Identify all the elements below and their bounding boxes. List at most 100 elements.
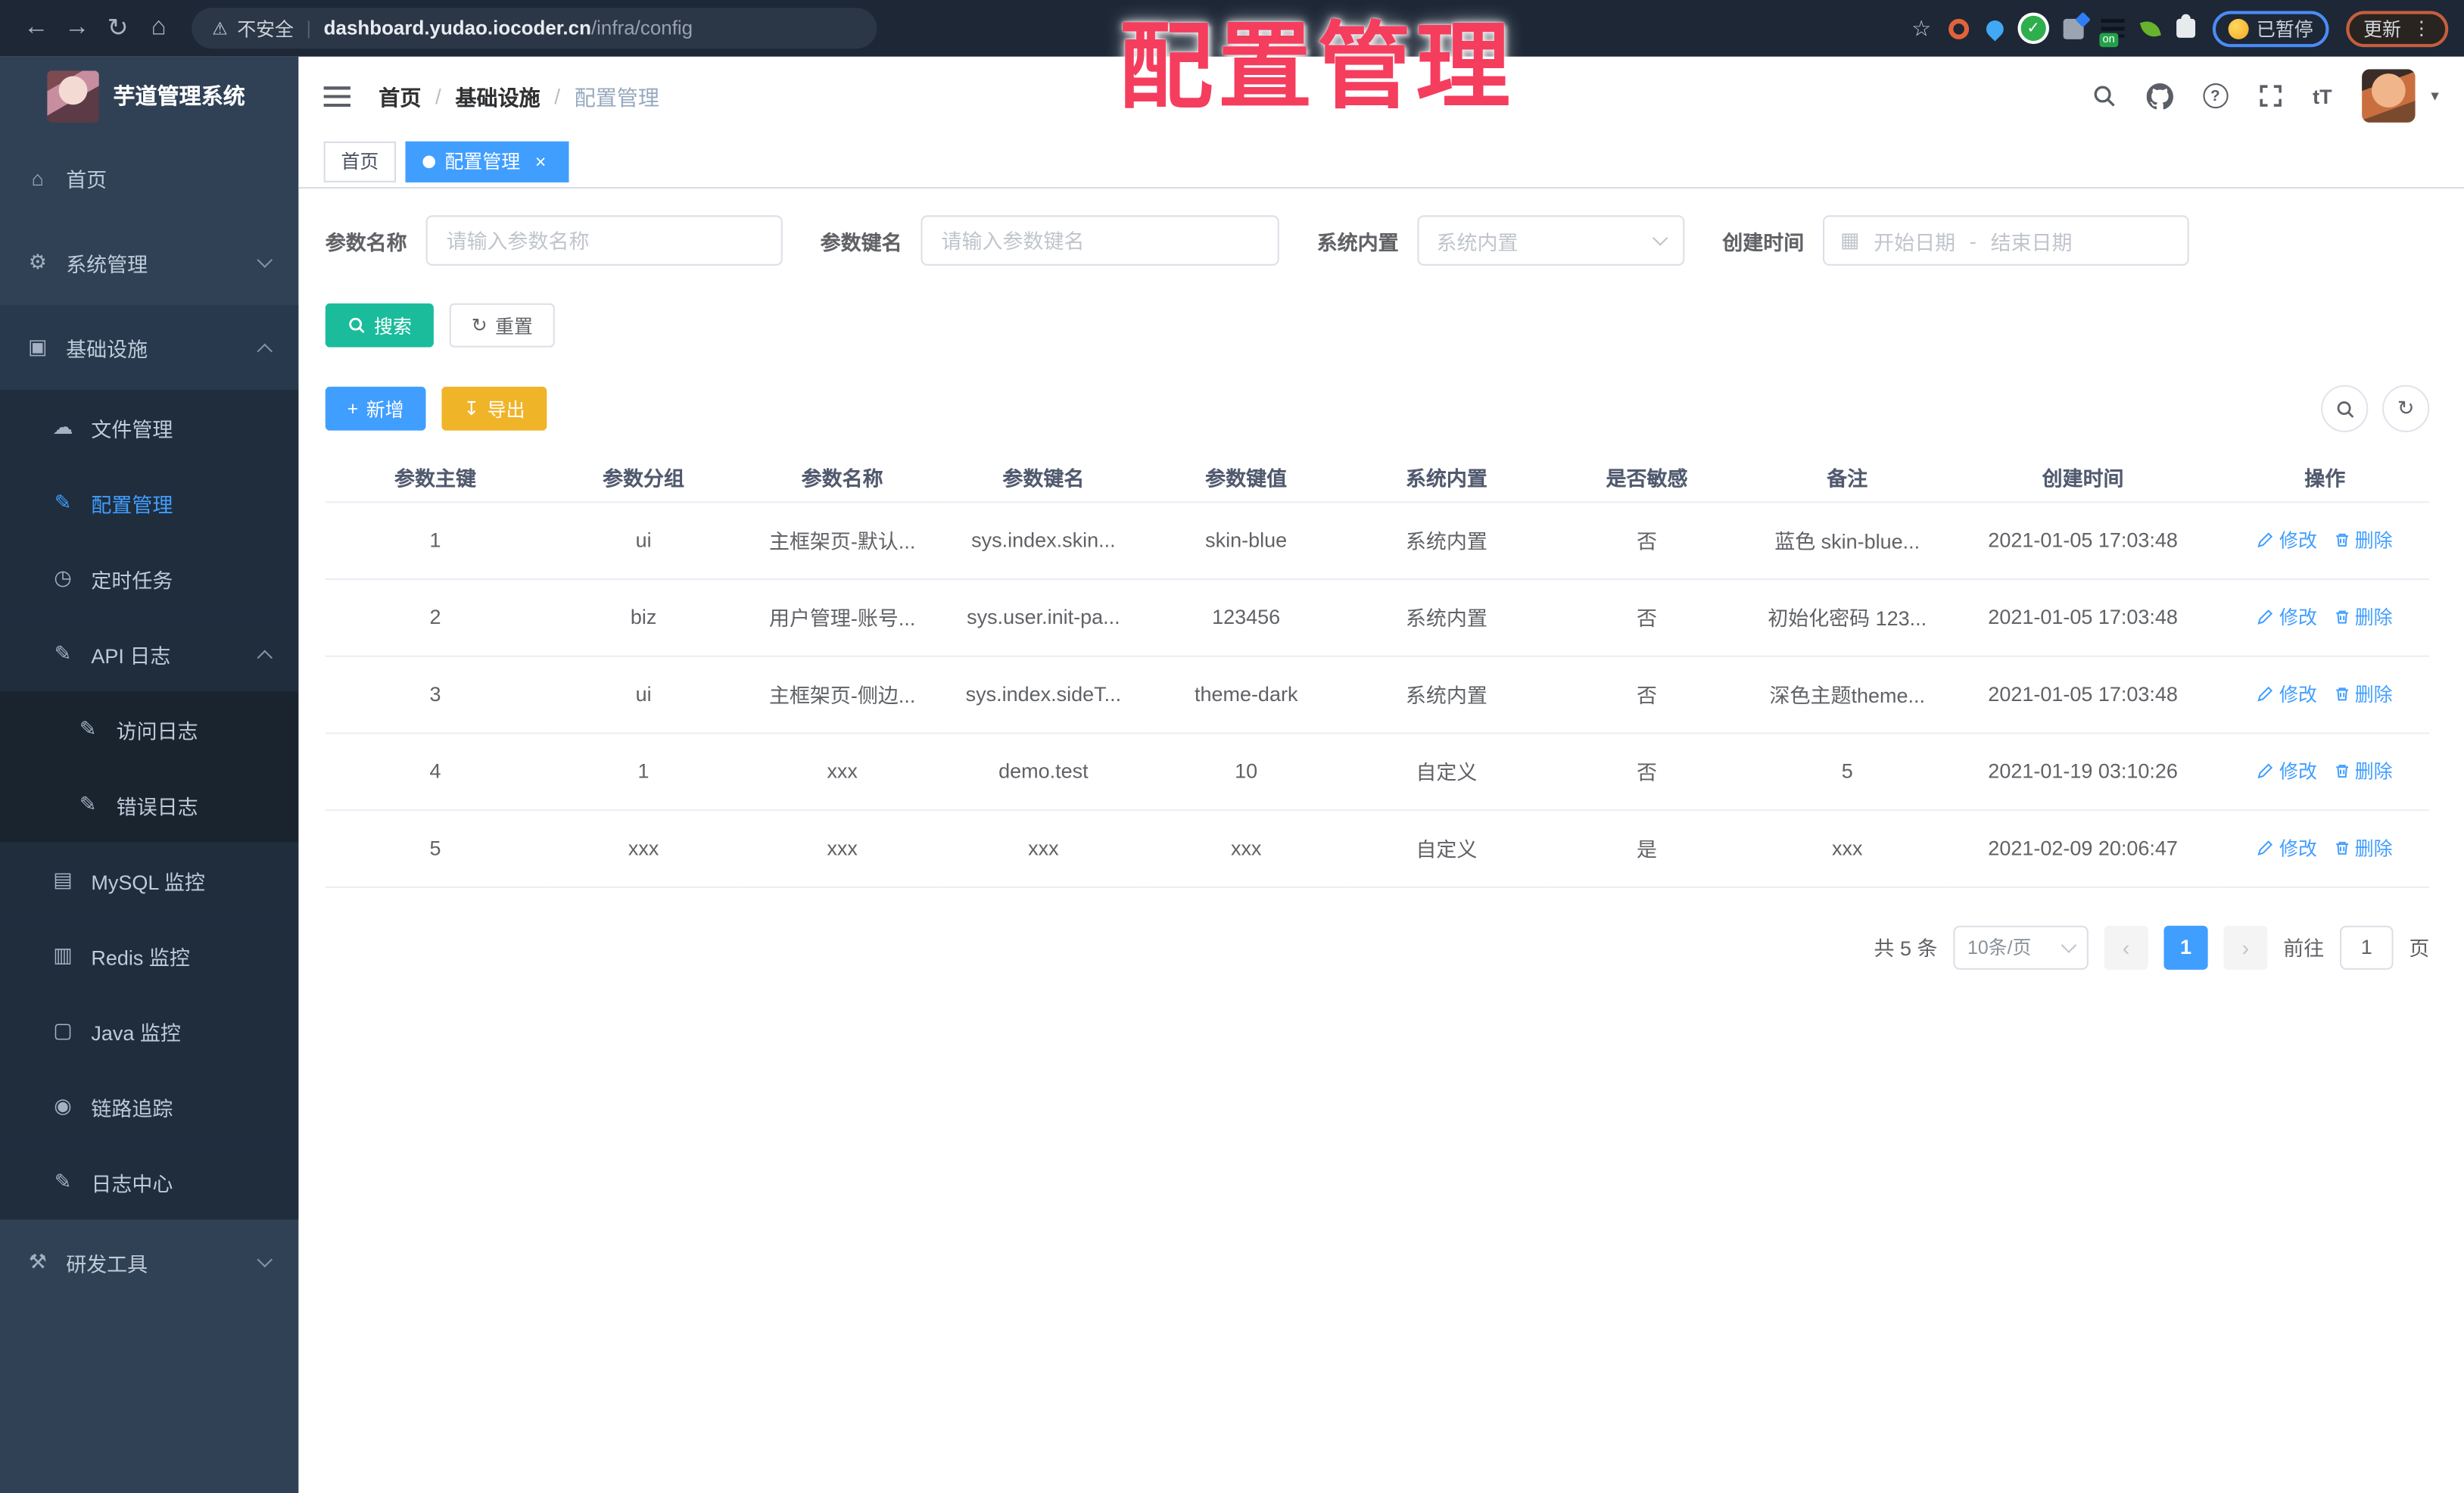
prev-page-button[interactable]: ‹ xyxy=(2104,924,2148,969)
date-range-picker[interactable]: ▦ 开始日期 - 结束日期 xyxy=(1823,215,2189,266)
table-cell: 系统内置 xyxy=(1348,655,1545,734)
sidebar-item-MySQL-监控[interactable]: ▤ MySQL 监控 xyxy=(0,842,299,918)
github-icon[interactable] xyxy=(2146,82,2173,109)
table-cell: demo.test xyxy=(942,732,1145,811)
table-cell: 否 xyxy=(1544,655,1749,734)
table-cell: 4 xyxy=(325,732,546,811)
table-cell: 自定义 xyxy=(1348,732,1545,811)
delete-link[interactable]: 删除 xyxy=(2333,834,2393,861)
sidebar-item-链路追踪[interactable]: ◉ 链路追踪 xyxy=(0,1068,299,1145)
sidebar-item-系统管理[interactable]: ⚙ 系统管理 xyxy=(0,220,298,305)
browser-reload-icon[interactable]: ↻ xyxy=(98,13,139,45)
builtin-select[interactable]: 系统内置 xyxy=(1417,215,1685,266)
url-host: dashboard.yudao.iocoder.cn xyxy=(323,17,591,39)
文件管理-icon: ☁ xyxy=(52,415,73,439)
sidebar-item-label: 基础设施 xyxy=(66,337,148,361)
export-button[interactable]: ↧ 导出 xyxy=(441,386,547,431)
address-bar[interactable]: ⚠ 不安全 | dashboard.yudao.iocoder.cn/infra… xyxy=(192,8,877,49)
sidebar-item-日志中心[interactable]: ✎ 日志中心 xyxy=(0,1144,299,1220)
page-number-button[interactable]: 1 xyxy=(2163,924,2208,969)
screen: ← → ↻ ⌂ ⚠ 不安全 | dashboard.yudao.iocoder.… xyxy=(0,0,2464,1493)
breadcrumb-separator: / xyxy=(435,84,441,108)
sidebar: 芋道管理系统 ⌂ 首页 ⚙ 系统管理 ▣ 基础设施 ☁ 文件管理 ✎ 配置管理 ◷ 定时任务 ✎ API … xyxy=(0,56,299,1493)
param-name-label: 参数名称 xyxy=(325,230,407,254)
url-divider: | xyxy=(306,17,312,39)
tab-label: 首页 xyxy=(341,151,379,173)
sidebar-item-错误日志[interactable]: ✎ 错误日志 xyxy=(0,767,299,843)
delete-link[interactable]: 删除 xyxy=(2333,758,2393,784)
help-icon[interactable]: ? xyxy=(2202,83,2228,109)
sidebar-item-配置管理[interactable]: ✎ 配置管理 xyxy=(0,465,299,541)
page-size-select[interactable]: 10条/页 xyxy=(1953,924,2089,969)
sidebar-item-研发工具[interactable]: ⚒ 研发工具 xyxy=(0,1220,298,1304)
sidebar-item-定时任务[interactable]: ◷ 定时任务 xyxy=(0,541,299,616)
delete-link[interactable]: 删除 xyxy=(2333,681,2393,707)
edit-link[interactable]: 修改 xyxy=(2257,603,2317,630)
browser-menu-icon[interactable]: ⋮ xyxy=(2413,17,2431,39)
sidebar-item-访问日志[interactable]: ✎ 访问日志 xyxy=(0,691,299,768)
param-name-input[interactable] xyxy=(425,215,783,266)
user-avatar[interactable] xyxy=(2362,69,2416,123)
extension-pin-icon[interactable] xyxy=(1983,16,2008,41)
page-size-value: 10条/页 xyxy=(1967,937,2032,959)
extension-ring-icon[interactable] xyxy=(1948,17,1970,39)
edit-link[interactable]: 修改 xyxy=(2257,758,2317,784)
extensions-puzzle-icon[interactable] xyxy=(2176,14,2195,38)
search-button[interactable]: 搜索 xyxy=(325,303,434,348)
refresh-table-button[interactable]: ↻ xyxy=(2382,385,2430,432)
search-button-label: 搜索 xyxy=(374,315,412,338)
toggle-search-button[interactable] xyxy=(2321,385,2369,432)
tab-首页[interactable]: 首页 xyxy=(323,140,397,182)
font-size-icon[interactable]: tT xyxy=(2313,84,2332,108)
user-menu-caret-icon[interactable]: ▾ xyxy=(2431,87,2438,104)
table-cell: 5 xyxy=(1749,732,1945,811)
sidebar-item-Java-监控[interactable]: ▢ Java 监控 xyxy=(0,993,299,1069)
param-key-input[interactable] xyxy=(920,215,1279,266)
browser-forward-icon[interactable]: → xyxy=(57,14,98,42)
extension-switch-icon[interactable]: on xyxy=(2099,18,2125,48)
delete-link[interactable]: 删除 xyxy=(2333,526,2393,553)
delete-link[interactable]: 删除 xyxy=(2333,603,2393,630)
breadcrumb-item[interactable]: 首页 xyxy=(378,80,421,112)
fullscreen-icon[interactable] xyxy=(2257,83,2282,108)
sidebar-item-文件管理[interactable]: ☁ 文件管理 xyxy=(0,389,299,466)
sidebar-item-首页[interactable]: ⌂ 首页 xyxy=(0,136,298,220)
add-button[interactable]: + 新增 xyxy=(325,386,426,431)
extension-leaf-icon[interactable] xyxy=(2139,17,2161,39)
tab-close-icon[interactable]: × xyxy=(530,150,552,172)
create-time-label: 创建时间 xyxy=(1722,230,1805,254)
table-row: 4 1 xxx demo.test 10 自定义否 5 2021-01-19 03:10:26… xyxy=(325,732,2430,811)
breadcrumb-item[interactable]: 基础设施 xyxy=(456,80,540,112)
sidebar-item-基础设施[interactable]: ▣ 基础设施 xyxy=(0,304,299,390)
sidebar-item-label: Redis 监控 xyxy=(91,945,190,969)
paused-extension-pill[interactable]: 已暂停 xyxy=(2212,10,2329,47)
bookmark-star-icon[interactable]: ☆ xyxy=(1911,15,1931,42)
edit-link[interactable]: 修改 xyxy=(2257,834,2317,861)
table-cell: 2021-01-05 17:03:48 xyxy=(1945,578,2221,656)
sidebar-item-API-日志[interactable]: ✎ API 日志 xyxy=(0,616,299,692)
table-cell: 1 xyxy=(325,501,546,579)
sidebar-item-label: 定时任务 xyxy=(91,568,173,592)
sidebar-item-Redis-监控[interactable]: ▥ Redis 监控 xyxy=(0,918,299,993)
table-cell: xxx xyxy=(545,809,742,887)
browser-update-button[interactable]: 更新 ⋮ xyxy=(2346,10,2449,47)
extension-check-icon[interactable]: ✓ xyxy=(2020,15,2046,41)
goto-page-input[interactable] xyxy=(2339,924,2394,969)
search-icon[interactable] xyxy=(2091,83,2116,108)
breadcrumb: 首页 / 基础设施 / 配置管理 xyxy=(378,80,659,112)
table-cell: 2021-01-05 17:03:48 xyxy=(1945,501,2221,579)
reset-button[interactable]: ↻ 重置 xyxy=(449,303,555,348)
extension-cube-icon[interactable] xyxy=(2063,17,2084,39)
tab-配置管理[interactable]: 配置管理 × xyxy=(405,140,569,182)
column-header-参数键名: 参数键名 xyxy=(942,454,1145,503)
sidebar-item-label: MySQL 监控 xyxy=(91,870,205,894)
browser-home-icon[interactable]: ⌂ xyxy=(139,14,179,42)
hamburger-icon[interactable] xyxy=(323,86,350,107)
page-unit-label: 页 xyxy=(2409,937,2430,961)
app-logo-row: 芋道管理系统 xyxy=(0,57,298,136)
next-page-button[interactable]: › xyxy=(2223,924,2268,969)
edit-link[interactable]: 修改 xyxy=(2257,681,2317,707)
browser-back-icon[interactable]: ← xyxy=(16,14,57,42)
edit-link[interactable]: 修改 xyxy=(2257,526,2317,553)
chevron-down-icon xyxy=(257,1251,273,1267)
